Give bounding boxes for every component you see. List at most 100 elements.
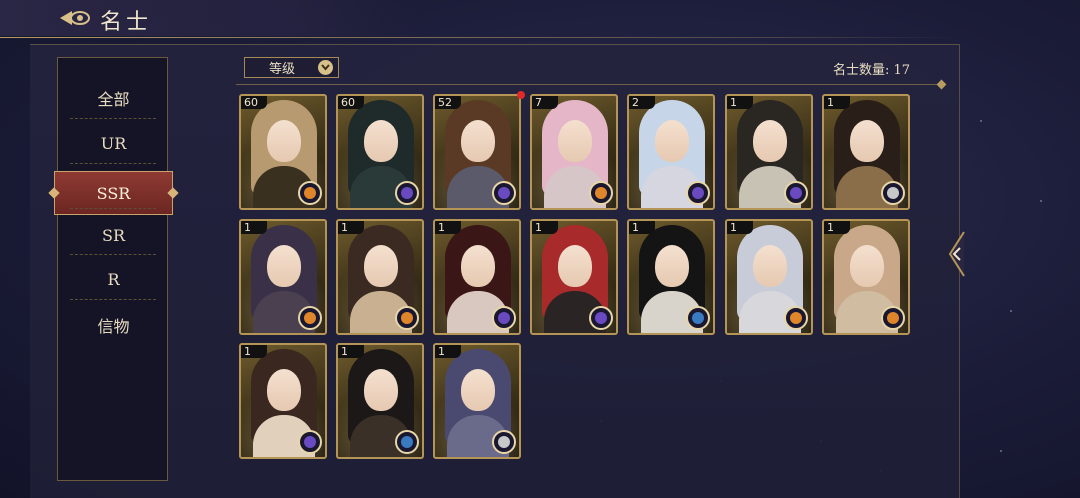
character-face <box>850 120 884 162</box>
element-core <box>790 187 802 199</box>
sidebar-divider <box>70 208 156 209</box>
level-badge: 1 <box>629 221 655 234</box>
sidebar-item-r[interactable]: R <box>58 257 169 301</box>
sort-label: 等级 <box>269 62 296 77</box>
character-face <box>753 245 787 287</box>
character-face <box>655 245 689 287</box>
character-card[interactable]: 1 <box>433 343 521 459</box>
sidebar-item-all[interactable]: 全部 <box>58 76 169 120</box>
expand-arrow-icon[interactable] <box>946 230 966 278</box>
element-core <box>401 187 413 199</box>
element-wind-icon <box>395 430 419 454</box>
character-card[interactable]: 2 <box>627 94 715 210</box>
element-core <box>692 187 704 199</box>
character-card[interactable]: 1 <box>725 219 813 335</box>
character-card[interactable]: 52 <box>433 94 521 210</box>
level-badge: 1 <box>532 221 558 234</box>
sidebar-divider <box>70 118 156 119</box>
character-card[interactable]: 1 <box>336 343 424 459</box>
element-shadow-icon <box>589 306 613 330</box>
element-core <box>790 312 802 324</box>
page-title: 名士 <box>100 10 153 35</box>
element-core <box>887 312 899 324</box>
element-core <box>304 436 316 448</box>
character-card[interactable]: 1 <box>822 94 910 210</box>
element-core <box>401 312 413 324</box>
level-badge: 1 <box>241 221 267 234</box>
element-fire-icon <box>784 306 808 330</box>
element-core <box>401 436 413 448</box>
element-core <box>304 312 316 324</box>
level-badge: 52 <box>435 96 461 109</box>
level-badge: 1 <box>824 96 850 109</box>
new-indicator-dot <box>517 91 525 99</box>
level-badge: 1 <box>338 221 364 234</box>
level-badge: 1 <box>435 221 461 234</box>
element-fire-icon <box>881 306 905 330</box>
character-card[interactable]: 1 <box>239 219 327 335</box>
level-badge: 1 <box>435 345 461 358</box>
sidebar-item-sr[interactable]: SR <box>58 213 169 257</box>
element-fire-icon <box>589 181 613 205</box>
character-face <box>267 120 301 162</box>
element-fire-icon <box>298 181 322 205</box>
element-fire-icon <box>395 306 419 330</box>
sidebar-divider <box>70 299 156 300</box>
character-face <box>364 245 398 287</box>
rarity-sidebar: 全部 UR SSR SR R 信物 <box>54 57 173 481</box>
character-face <box>461 245 495 287</box>
character-face <box>267 369 301 411</box>
element-core <box>595 312 607 324</box>
level-badge: 1 <box>727 96 753 109</box>
back-icon[interactable] <box>58 8 92 28</box>
element-shadow-icon <box>492 181 516 205</box>
level-badge: 2 <box>629 96 655 109</box>
character-face <box>267 245 301 287</box>
sidebar-divider <box>70 163 156 164</box>
character-card[interactable]: 7 <box>530 94 618 210</box>
element-shadow-icon <box>298 430 322 454</box>
header-divider <box>0 37 960 38</box>
sidebar-item-ur[interactable]: UR <box>58 121 169 165</box>
character-card[interactable]: 1 <box>530 219 618 335</box>
element-core <box>498 436 510 448</box>
character-face <box>558 120 592 162</box>
character-card[interactable]: 1 <box>725 94 813 210</box>
element-core <box>304 187 316 199</box>
character-face <box>461 120 495 162</box>
element-core <box>595 187 607 199</box>
character-card[interactable]: 1 <box>822 219 910 335</box>
character-face <box>558 245 592 287</box>
sidebar-divider <box>70 254 156 255</box>
element-shadow-icon <box>686 181 710 205</box>
character-card[interactable]: 60 <box>239 94 327 210</box>
element-core <box>498 187 510 199</box>
level-badge: 60 <box>338 96 364 109</box>
sidebar-item-tokens[interactable]: 信物 <box>58 303 169 347</box>
level-badge: 1 <box>824 221 850 234</box>
element-core <box>887 187 899 199</box>
element-earth-icon <box>881 181 905 205</box>
character-face <box>364 120 398 162</box>
element-core <box>498 312 510 324</box>
chevron-down-icon <box>318 60 333 75</box>
character-card[interactable]: 1 <box>433 219 521 335</box>
character-face <box>461 369 495 411</box>
element-core <box>692 312 704 324</box>
element-fire-icon <box>298 306 322 330</box>
level-badge: 60 <box>241 96 267 109</box>
level-badge: 1 <box>338 345 364 358</box>
sort-divider <box>236 84 944 85</box>
character-card[interactable]: 60 <box>336 94 424 210</box>
element-shadow-icon <box>395 181 419 205</box>
character-face <box>850 245 884 287</box>
character-card[interactable]: 1 <box>627 219 715 335</box>
character-count: 名士数量: 17 <box>832 63 910 78</box>
character-face <box>655 120 689 162</box>
character-card[interactable]: 1 <box>239 343 327 459</box>
level-badge: 7 <box>532 96 558 109</box>
character-card[interactable]: 1 <box>336 219 424 335</box>
element-earth-icon <box>492 430 516 454</box>
character-face <box>753 120 787 162</box>
sort-dropdown[interactable]: 等级 <box>244 57 339 78</box>
